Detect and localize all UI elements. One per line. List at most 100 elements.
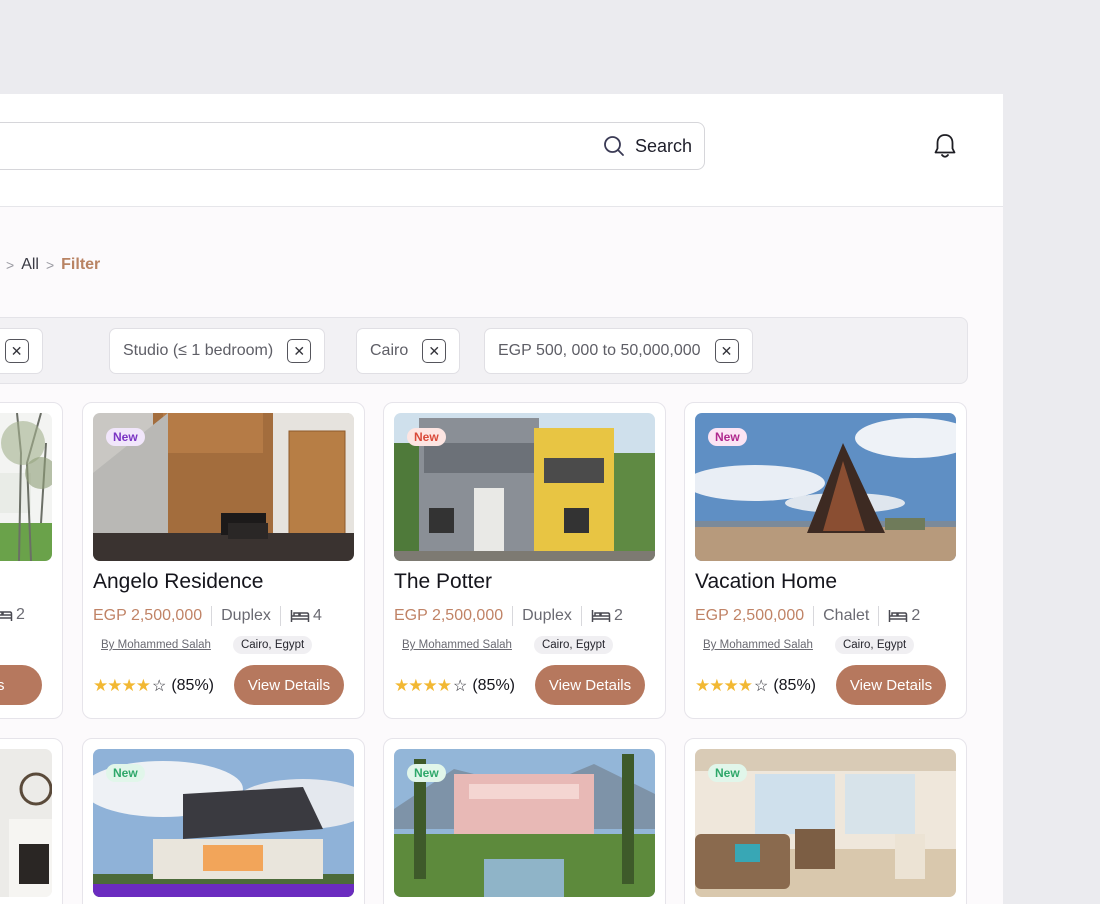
filter-chip-label: EGP 500, 000 to 50,000,000: [498, 342, 701, 359]
property-tags: By Mohammed Salah Cairo, Egypt: [695, 636, 915, 654]
property-photo: New: [394, 413, 655, 561]
property-photo: New: [93, 413, 354, 561]
new-badge: New: [106, 428, 145, 446]
property-title: Vacation Home: [695, 570, 838, 593]
property-type: Duplex: [221, 607, 271, 624]
property-meta: EGP 2,500,000 Duplex 2: [394, 606, 623, 626]
property-photo: New: [695, 749, 956, 897]
rating-value: (85%): [773, 677, 816, 694]
property-photo: New: [695, 413, 956, 561]
rating: ★★★★ ☆ (85%): [695, 676, 816, 696]
divider: [211, 606, 213, 626]
property-meta: 2: [0, 606, 25, 624]
divider: [878, 606, 880, 626]
property-card[interactable]: New Angelo Residence EGP 2,500,000 Duple…: [82, 402, 365, 719]
search-button-label: Search: [634, 135, 692, 156]
star-icon: ☆: [151, 678, 167, 695]
property-price: EGP 2,500,000: [394, 607, 504, 624]
filter-chip: Studio (≤ 1 bedroom) ✕: [109, 328, 326, 374]
property-price: EGP 2,500,000: [93, 607, 203, 624]
star-icon: ☆: [452, 678, 468, 695]
top-bar: Search: [0, 94, 1003, 207]
bed-icon: [591, 610, 611, 622]
search-input[interactable]: Search: [0, 122, 705, 170]
divider: [813, 606, 815, 626]
star-icon: ★★★★: [93, 676, 151, 695]
property-photo: New: [394, 749, 655, 897]
bed-count: 2: [0, 606, 25, 624]
property-price: EGP 2,500,000: [695, 607, 805, 624]
breadcrumb: > All > Filter: [0, 256, 100, 274]
property-card[interactable]: New The Potter EGP 2,500,000 Duplex 2 By…: [383, 402, 666, 719]
filter-chip: Cairo ✕: [356, 328, 461, 374]
view-details-label: etails: [0, 676, 5, 694]
bed-count: 2: [591, 607, 623, 625]
breadcrumb-current: Filter: [61, 256, 101, 273]
bed-count: 2: [888, 607, 920, 625]
property-title: The Potter: [394, 570, 493, 593]
close-icon[interactable]: ✕: [714, 339, 739, 363]
property-tags: By Mohammed Salah Cairo, Egypt: [93, 636, 313, 654]
bed-count-value: 4: [312, 607, 322, 624]
new-badge: New: [708, 764, 747, 782]
rating-value: (85%): [472, 677, 515, 694]
star-icon: ★★★★: [695, 676, 753, 695]
view-details-button[interactable]: etails: [0, 665, 42, 705]
rating-value: (85%): [171, 677, 214, 694]
property-tags: By Mohammed Salah Cairo, Egypt: [394, 636, 614, 654]
view-details-button[interactable]: View Details: [535, 665, 645, 705]
property-type: Duplex: [522, 607, 572, 624]
close-icon[interactable]: ✕: [4, 339, 29, 363]
divider: [512, 606, 514, 626]
star-icon: ☆: [753, 678, 769, 695]
property-photo: New: [93, 749, 354, 897]
view-details-button[interactable]: View Details: [234, 665, 344, 705]
property-card: 2 etails: [0, 402, 63, 719]
agent-link[interactable]: By Mohammed Salah: [695, 636, 821, 654]
filter-chip-label: Cairo: [370, 342, 409, 359]
agent-link[interactable]: By Mohammed Salah: [93, 636, 219, 654]
divider: [279, 606, 281, 626]
search-icon: [604, 136, 624, 156]
property-card[interactable]: New Vacation Home EGP 2,500,000 Chalet 2…: [684, 402, 967, 719]
chevron-right-icon: >: [45, 257, 55, 273]
filter-chip: EGP 500, 000 to 50,000,000 ✕: [484, 328, 753, 374]
property-meta: EGP 2,500,000 Duplex 4: [93, 606, 322, 626]
property-card: [0, 738, 63, 904]
view-details-button[interactable]: View Details: [836, 665, 946, 705]
property-type: Chalet: [823, 607, 870, 624]
bell-icon[interactable]: [932, 132, 958, 160]
property-card[interactable]: New: [383, 738, 666, 904]
bed-icon: [290, 610, 310, 622]
bed-icon: [0, 611, 13, 621]
new-badge: New: [708, 428, 747, 446]
bed-count-value: 2: [613, 607, 623, 624]
close-icon[interactable]: ✕: [422, 339, 447, 363]
property-card[interactable]: New: [684, 738, 967, 904]
location-tag: Cairo, Egypt: [232, 636, 313, 654]
new-badge: New: [407, 428, 446, 446]
property-meta: EGP 2,500,000 Chalet 2: [695, 606, 920, 626]
active-filters-bar: ment ✕ Studio (≤ 1 bedroom) ✕ Cairo ✕ EG…: [0, 317, 968, 384]
breadcrumb-all[interactable]: All: [21, 256, 39, 274]
location-tag: Cairo, Egypt: [834, 636, 915, 654]
filter-chip-label: Studio (≤ 1 bedroom): [123, 342, 274, 359]
search-button[interactable]: Search: [603, 123, 692, 169]
new-badge: New: [106, 764, 145, 782]
star-icon: ★★★★: [394, 676, 452, 695]
close-icon[interactable]: ✕: [287, 339, 312, 363]
agent-link[interactable]: By Mohammed Salah: [394, 636, 520, 654]
bed-count: 4: [290, 607, 322, 625]
bed-count-value: 2: [16, 606, 25, 623]
bed-icon: [889, 610, 908, 622]
bed-count-value: 2: [911, 607, 921, 624]
property-title: Angelo Residence: [93, 570, 264, 593]
property-card[interactable]: New: [82, 738, 365, 904]
divider: [580, 606, 582, 626]
property-photo: [0, 749, 52, 897]
rating: ★★★★ ☆ (85%): [93, 676, 214, 696]
rating: ★★★★ ☆ (85%): [394, 676, 515, 696]
property-photo: [0, 413, 52, 561]
location-tag: Cairo, Egypt: [533, 636, 614, 654]
new-badge: New: [407, 764, 446, 782]
